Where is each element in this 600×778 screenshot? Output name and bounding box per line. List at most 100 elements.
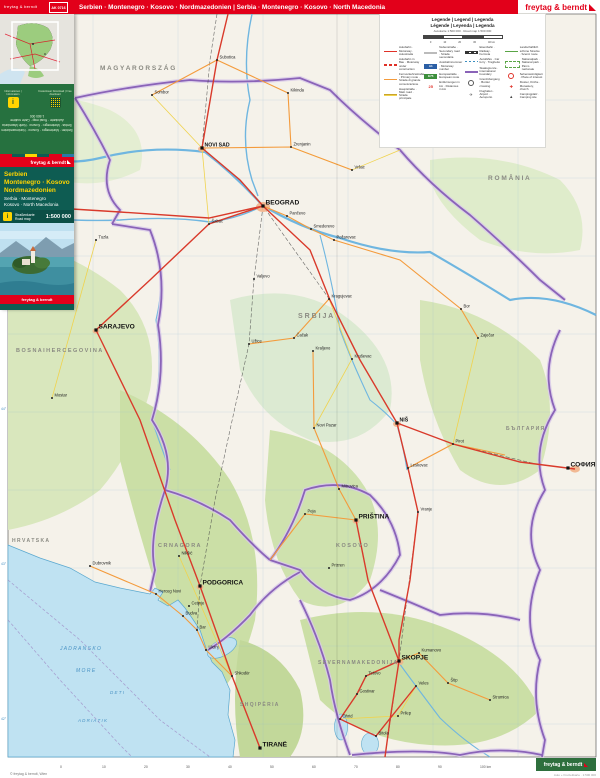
legend-label: Flughafen · Airport · Aeroporto bbox=[479, 88, 495, 100]
city-label: Štip bbox=[451, 678, 459, 683]
legend-subline: Autokarte 1:500 000 · Road map 1:500 000 bbox=[433, 29, 492, 34]
city-marker bbox=[339, 718, 341, 720]
city-marker bbox=[216, 59, 218, 61]
country-label: C R N A G O R A bbox=[158, 543, 201, 549]
city-marker bbox=[452, 443, 454, 445]
city-marker bbox=[333, 239, 335, 241]
city-marker bbox=[304, 513, 306, 515]
city-marker bbox=[290, 146, 292, 148]
country-label: S H Q I P Ë R I A bbox=[240, 701, 279, 708]
cover-scale: 1:500 000 bbox=[45, 213, 71, 220]
city-marker bbox=[253, 278, 255, 280]
info-icon: i bbox=[7, 97, 19, 108]
qr-code-icon bbox=[49, 97, 61, 108]
cover-color-strip bbox=[0, 154, 74, 157]
legend-swatch-sym: ✈ bbox=[469, 92, 473, 98]
legend-item: Grenzübergang · Border crossing bbox=[465, 78, 501, 88]
legend-swatch-line-yellow bbox=[384, 92, 397, 97]
legend-label: Campingplatz · Camping site bbox=[519, 92, 540, 100]
spine-brand: freytag & berndt bbox=[4, 4, 38, 9]
scale-tick: 70 bbox=[354, 765, 358, 769]
legend-label: Eisenbahn · Railway · Ferrovia bbox=[479, 45, 495, 56]
legend-label: Autobahn in Bau · Motorway under constru… bbox=[399, 57, 420, 71]
country-label: R O M Â N I A bbox=[488, 173, 530, 182]
city-marker bbox=[208, 223, 210, 225]
cover-brand-text: freytag & berndt bbox=[30, 159, 66, 165]
city-label: Sombor bbox=[155, 90, 170, 95]
legend-label: Kloster, Kirche · Monastery, church bbox=[519, 80, 541, 91]
legend-swatch-line-ferry bbox=[464, 59, 478, 64]
city-label: Kraljevo bbox=[316, 346, 332, 351]
scale-tick: 60 bbox=[312, 765, 316, 769]
city-label: Bor bbox=[464, 304, 471, 309]
legend-item: 25 Entfernungen in km · Distances in km bbox=[424, 81, 460, 91]
city-marker bbox=[198, 584, 202, 588]
city-label: Prilep bbox=[401, 711, 412, 716]
country-label: B O S N A I H E R C E G O V I N A bbox=[16, 348, 102, 354]
legend-item: E75 Europastraße · European route bbox=[424, 72, 460, 79]
legend-swatch-box-blue: A1 bbox=[424, 63, 438, 69]
city-label: Užice bbox=[252, 339, 263, 344]
scale-tick: 20 bbox=[144, 765, 148, 769]
city-marker bbox=[205, 649, 207, 651]
city-label: Šabac bbox=[212, 219, 224, 224]
legend-swatch-sym: ▲ bbox=[509, 93, 514, 99]
legend-item: ▲ Campingplatz · Camping site bbox=[505, 92, 541, 100]
city-label: PODGORICA bbox=[203, 580, 244, 587]
brand-triangle-icon bbox=[589, 4, 596, 11]
city-marker bbox=[365, 675, 367, 677]
legend-label: Autobahnnummer · Motorway number bbox=[439, 60, 463, 71]
city-marker bbox=[489, 699, 491, 701]
city-label: Peja bbox=[308, 509, 317, 514]
city-label: TIRANË bbox=[263, 741, 288, 749]
city-label: Zaječar bbox=[481, 333, 495, 338]
city-label: Novi Pazar bbox=[317, 423, 338, 428]
city-marker bbox=[418, 652, 420, 654]
city-label: Ulcinj bbox=[209, 645, 219, 650]
city-label: Dubrovnik bbox=[93, 561, 112, 566]
city-label: PRIŠTINA bbox=[359, 512, 390, 521]
city-label: NOVI SAD bbox=[205, 143, 230, 149]
city-label: Valjevo bbox=[257, 274, 271, 279]
sea-label: D E T I bbox=[110, 690, 125, 695]
cover-photo bbox=[0, 223, 74, 296]
city-label: Kruševac bbox=[355, 354, 372, 359]
city-marker bbox=[51, 397, 53, 399]
country-label: H R V A T S K A bbox=[12, 538, 49, 544]
city-label: Vršac bbox=[355, 165, 365, 170]
city-marker bbox=[477, 337, 479, 339]
city-marker bbox=[95, 239, 97, 241]
legend-label: Staatsgrenze · International boundary bbox=[479, 65, 499, 76]
header-bar: freytag & berndt AK 0716 Serbien · Monte… bbox=[0, 0, 518, 14]
brand-logo-text: freytag & berndt bbox=[525, 3, 587, 12]
scale-tick: 40 bbox=[228, 765, 232, 769]
sea-label: A D R I A T I K bbox=[77, 718, 108, 723]
city-label: Pančevo bbox=[290, 211, 307, 216]
flap-rotated-text: Serbien · Montenegro · Kosovo · Nordmaze… bbox=[1, 113, 73, 133]
legend-label: Landschaftlich schöne Strecke · Scenic r… bbox=[519, 45, 540, 56]
city-label: Bitola bbox=[379, 731, 390, 736]
legend-panel: Legende | Legend | Legenda Légende | Ley… bbox=[379, 13, 546, 148]
city-marker bbox=[397, 659, 401, 663]
legend-items: Autobahn · Motorway · Autostrada Autobahn… bbox=[384, 45, 543, 100]
legend-label: Sehenswürdigkeit · Place of interest bbox=[519, 71, 543, 80]
cover-title-local-2: Montenegro · Kosovo bbox=[4, 178, 70, 186]
legend-swatch-line-red-dash bbox=[384, 62, 397, 67]
legend-item: ✚ Kloster, Kirche · Monastery, church bbox=[505, 81, 541, 91]
legend-label: Grenzübergang · Border crossing bbox=[479, 77, 500, 88]
city-marker bbox=[89, 565, 91, 567]
legend-scale-labels: 0 10 20 30 40 km bbox=[429, 41, 496, 45]
cover-title-local-3: Nordmazedonien bbox=[4, 186, 56, 194]
city-marker bbox=[196, 629, 198, 631]
city-label: Kikinda bbox=[291, 88, 305, 93]
city-marker bbox=[328, 567, 330, 569]
city-label: Leskovac bbox=[411, 463, 428, 468]
country-label: K O S O V O bbox=[336, 543, 369, 549]
legend-swatch-line-grey bbox=[424, 50, 438, 55]
legend-label: Autofähre · Car ferry · Traghetto bbox=[479, 57, 501, 65]
legend-label: Entfernungen in km · Distances in km bbox=[439, 80, 460, 91]
legend-swatch-circ-open bbox=[465, 81, 478, 86]
map-sheet: M A G Y A R O R S Z Á G R O M Â N I A B O … bbox=[0, 0, 600, 778]
legend-swatch-num-red: 25 bbox=[428, 83, 433, 89]
city-marker bbox=[354, 518, 358, 522]
